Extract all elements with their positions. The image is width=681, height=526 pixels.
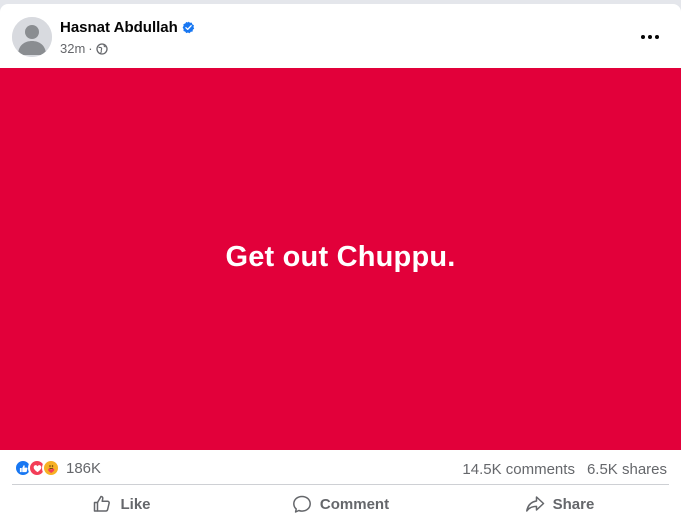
post-card: Hasnat Abdullah 32m · Get out Chuppu. 18… bbox=[0, 4, 681, 526]
shares-count[interactable]: 6.5K shares bbox=[587, 461, 667, 478]
more-horizontal-icon bbox=[641, 35, 659, 39]
more-options-button[interactable] bbox=[635, 22, 665, 52]
thumbs-up-icon bbox=[94, 495, 111, 512]
post-header: Hasnat Abdullah 32m · bbox=[0, 4, 681, 68]
engagement-counts: 14.5K comments 6.5K shares bbox=[462, 461, 667, 478]
author-avatar[interactable] bbox=[12, 17, 52, 57]
post-stats: 186K 14.5K comments 6.5K shares bbox=[0, 450, 681, 486]
share-label: Share bbox=[552, 495, 595, 513]
reaction-count: 186K bbox=[66, 459, 102, 477]
default-avatar-icon bbox=[12, 17, 52, 57]
comment-bubble-icon bbox=[292, 495, 311, 513]
author-name[interactable]: Hasnat Abdullah bbox=[60, 19, 178, 36]
like-button[interactable]: Like bbox=[12, 485, 231, 523]
share-arrow-icon bbox=[525, 496, 544, 512]
post-actions: Like Comment Share bbox=[12, 484, 669, 523]
care-reaction-icon bbox=[42, 459, 60, 477]
post-meta: 32m · bbox=[60, 41, 108, 56]
reactions-summary[interactable]: 186K bbox=[14, 459, 101, 477]
share-button[interactable]: Share bbox=[450, 485, 669, 523]
comment-button[interactable]: Comment bbox=[231, 485, 450, 523]
post-timestamp[interactable]: 32m bbox=[60, 41, 85, 56]
author-name-row: Hasnat Abdullah bbox=[60, 19, 195, 36]
comments-count[interactable]: 14.5K comments bbox=[462, 461, 575, 478]
like-label: Like bbox=[120, 495, 151, 513]
verified-badge-icon bbox=[182, 21, 194, 34]
post-text: Get out Chuppu. bbox=[225, 240, 456, 273]
meta-separator: · bbox=[88, 41, 93, 56]
comment-label: Comment bbox=[319, 495, 390, 513]
globe-icon[interactable] bbox=[95, 42, 108, 55]
post-text-background[interactable]: Get out Chuppu. bbox=[0, 68, 681, 450]
